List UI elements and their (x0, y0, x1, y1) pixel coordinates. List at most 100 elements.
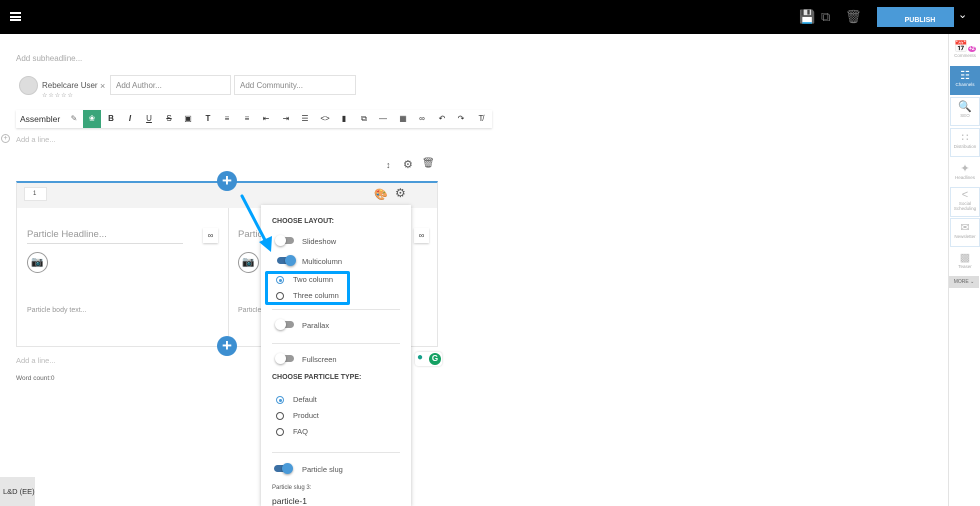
subheadline-input[interactable]: Add subheadline... (16, 54, 82, 63)
sidebar-item-teaser[interactable]: ▩ Teaser (950, 248, 980, 276)
add-community-input[interactable]: Add Community... (234, 75, 356, 95)
newsletter-icon: ✉ (960, 222, 970, 234)
horizontal-rule-icon[interactable]: — (374, 110, 392, 128)
redo-icon[interactable]: ↷ (452, 110, 470, 128)
author-name: Rebelcare User (42, 81, 98, 90)
particle-slug-input[interactable]: particle-1 (272, 496, 307, 506)
strikethrough-icon[interactable]: S (160, 110, 178, 128)
word-count: Word count:0 (16, 375, 55, 382)
menu-icon[interactable] (10, 12, 21, 21)
product-label: Product (293, 411, 319, 420)
layout-settings-popup: CHOOSE LAYOUT: Slideshow Multicolumn Two… (261, 205, 411, 506)
sidebar-item-social-scheduling[interactable]: < Social Scheduling (950, 187, 980, 217)
bold-icon[interactable]: B (102, 110, 120, 128)
link-icon[interactable]: ∞ (203, 228, 218, 243)
align-center-icon[interactable]: ☰ (296, 110, 314, 128)
sidebar-label: Teaser (958, 264, 972, 270)
publish-options-chevron-icon[interactable]: ⌄ (958, 8, 967, 21)
particle-body-input[interactable]: Particle body text... (27, 307, 87, 314)
block-settings-gear-icon[interactable]: ⚙ (403, 158, 413, 171)
top-bar (0, 0, 980, 34)
divider (272, 343, 400, 344)
add-image-camera-icon[interactable]: 📷 (27, 252, 48, 273)
pencil-icon[interactable]: ✎ (65, 110, 83, 128)
undo-icon[interactable]: ↶ (433, 110, 451, 128)
numbered-list-icon[interactable]: ≡ (238, 110, 256, 128)
share-icon: < (961, 189, 969, 201)
add-author-input[interactable]: Add Author... (110, 75, 231, 95)
sidebar-item-headlines[interactable]: ✦ Headlines (950, 159, 980, 187)
particle-body-input-2[interactable]: Particle body text... (238, 307, 262, 314)
layout-settings-gear-icon[interactable]: ⚙ (395, 186, 406, 200)
sidebar-label: Channels (955, 82, 975, 88)
clear-format-icon[interactable]: T̸ (472, 110, 490, 128)
grammarly-icon[interactable]: G (429, 353, 441, 365)
sidebar-item-newsletter[interactable]: ✉ Newsletter (950, 218, 980, 247)
add-line-input[interactable]: Add a line... (16, 135, 56, 144)
particle-slug-field-label: Particle slug 3: (272, 485, 312, 491)
fullscreen-label: Fullscreen (302, 355, 337, 364)
bullet-list-icon[interactable]: ≡ (218, 110, 236, 128)
right-sidebar: 📅+2 Comments ☷ Channels 🔍 SEO ∷ Distribution… (948, 34, 980, 506)
product-radio[interactable] (276, 412, 284, 420)
faq-label: FAQ (293, 427, 309, 436)
sidebar-label: SEO (960, 113, 970, 119)
code-icon[interactable]: <> (316, 110, 334, 128)
trash-icon[interactable]: 🗑 (845, 9, 862, 25)
faq-radio[interactable] (276, 428, 284, 436)
sidebar-label: Newsletter (954, 234, 976, 240)
teaser-image-icon: ▩ (959, 252, 971, 264)
sidebar-item-comments[interactable]: 📅+2 Comments (950, 37, 980, 65)
distribution-icon: ∷ (961, 132, 969, 144)
indent-left-icon[interactable]: ⇤ (257, 110, 275, 128)
assembler-label: Assembler (20, 114, 61, 124)
add-line-input-bottom[interactable]: Add a line... (16, 356, 56, 365)
indent-right-icon[interactable]: ⇥ (277, 110, 295, 128)
save-icon[interactable]: 💾 (799, 9, 815, 25)
more-button[interactable]: MORE ⌄ (949, 276, 979, 288)
avatar (19, 76, 38, 95)
sidebar-label: Social Scheduling (953, 201, 977, 212)
choose-particle-type-title: CHOOSE PARTICLE TYPE: (272, 374, 362, 381)
add-image-camera-icon-2[interactable]: 📷 (238, 252, 259, 273)
author-rating[interactable]: ☆☆☆☆☆ (42, 92, 74, 99)
link-icon[interactable]: ∞ (413, 110, 431, 128)
ai-assistant-icon[interactable]: ❀ (83, 110, 101, 128)
underline-icon[interactable]: U (140, 110, 158, 128)
multicolumn-toggle[interactable] (275, 255, 296, 266)
highlight-box (265, 271, 350, 305)
add-block-above-button[interactable]: + (217, 171, 237, 191)
palette-icon[interactable]: 🎨 (374, 188, 388, 201)
collapse-icon[interactable]: ↕ (386, 160, 391, 170)
annotation-arrow (240, 194, 272, 252)
text-size-icon[interactable]: T (199, 110, 217, 128)
sidebar-item-seo[interactable]: 🔍 SEO (950, 97, 980, 126)
italic-icon[interactable]: I (121, 110, 139, 128)
bookmark-icon[interactable]: ▮ (335, 110, 353, 128)
add-media-icon[interactable]: ⧉ (355, 110, 373, 128)
add-line-plus-icon[interactable]: + (1, 134, 10, 143)
block-number-input[interactable]: 1 (24, 187, 47, 201)
lightbulb-icon[interactable]: ● (417, 352, 423, 363)
remove-author-icon[interactable]: × (100, 81, 105, 91)
add-block-below-button[interactable]: + (217, 336, 237, 356)
sidebar-label: Comments (954, 53, 976, 59)
parallax-label: Parallax (302, 321, 330, 330)
insert-box-icon[interactable]: ▣ (179, 110, 197, 128)
locale-badge[interactable]: L&D (EE) (0, 477, 35, 506)
particle-slug-toggle[interactable] (272, 463, 293, 474)
link-icon-2[interactable]: ∞ (414, 228, 429, 243)
slideshow-label: Slideshow (302, 237, 337, 246)
delete-block-icon[interactable]: 🗑 (422, 158, 435, 169)
parallax-toggle[interactable] (275, 319, 295, 330)
default-radio[interactable] (276, 396, 284, 404)
sidebar-item-distribution[interactable]: ∷ Distribution (950, 128, 980, 157)
particle-headline-input[interactable]: Particle Headline... (27, 229, 183, 244)
publish-button[interactable]: PUBLISH (877, 7, 954, 27)
table-icon[interactable]: ▦ (394, 110, 412, 128)
duplicate-icon[interactable]: ⧉ (821, 9, 830, 25)
fullscreen-toggle[interactable] (275, 353, 295, 364)
divider (272, 452, 400, 453)
multicolumn-label: Multicolumn (302, 257, 343, 266)
sidebar-item-channels[interactable]: ☷ Channels (950, 66, 980, 95)
